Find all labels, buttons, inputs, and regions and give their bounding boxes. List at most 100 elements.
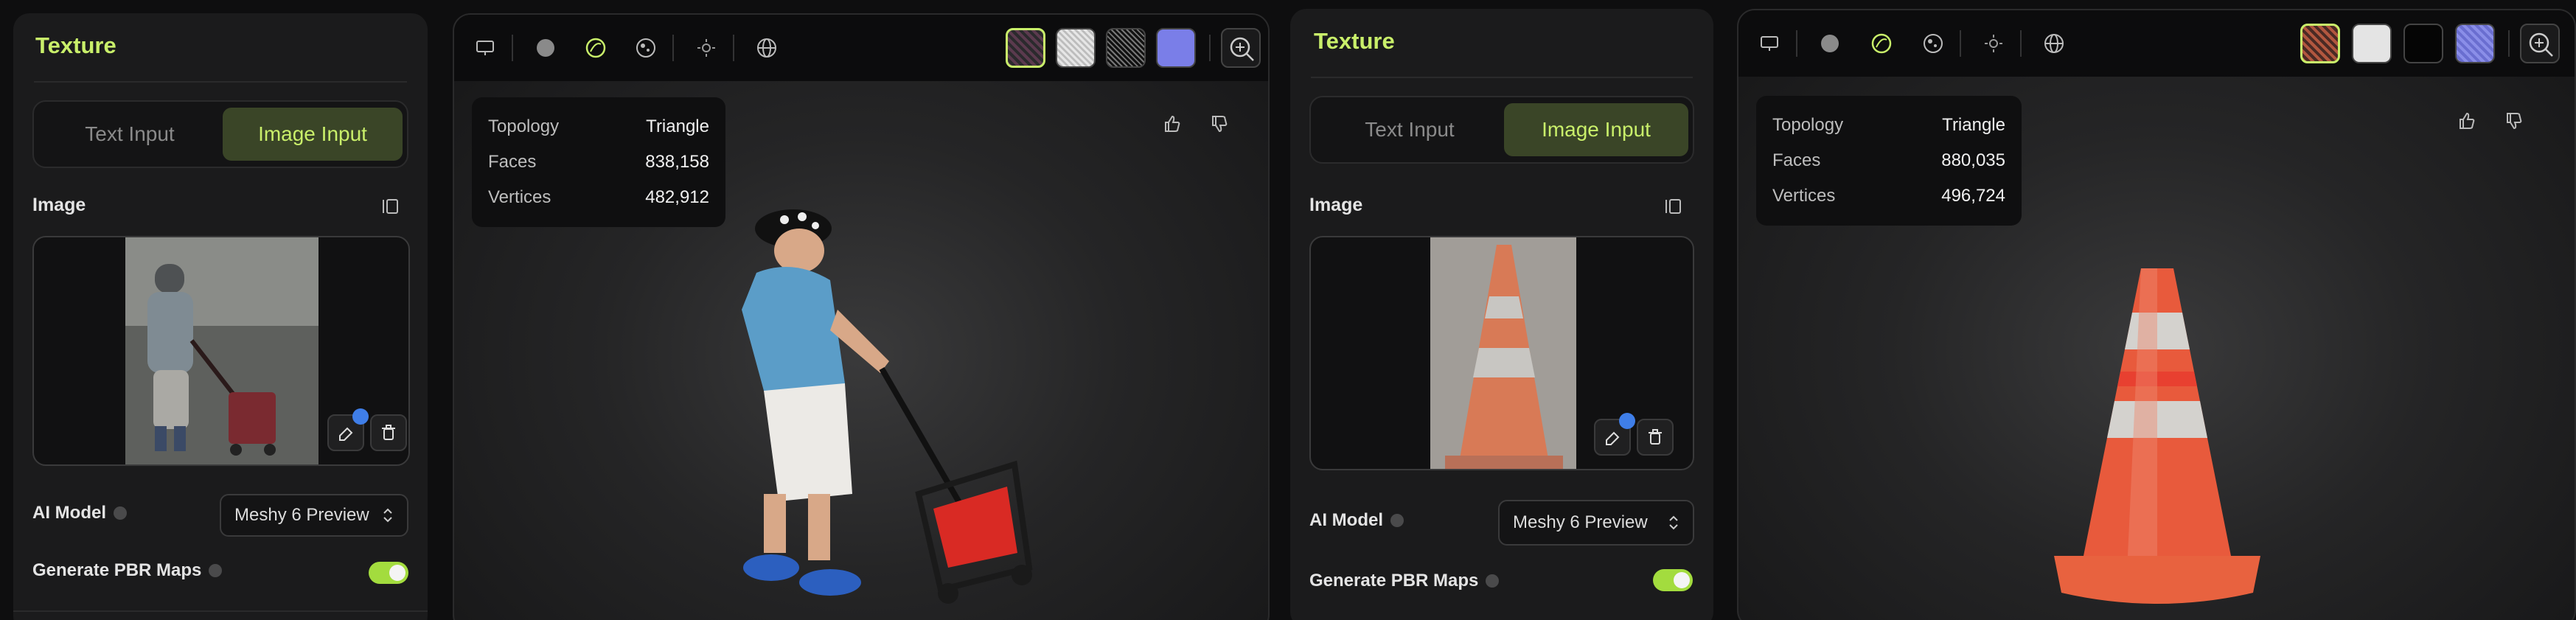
divider [733,35,734,61]
light-icon[interactable] [692,33,721,63]
image-label: Image [1309,195,1363,215]
ai-model-label-row: AI Model [32,503,127,523]
tab-text-input[interactable]: Text Input [1318,103,1501,156]
premium-badge [1619,413,1635,429]
stat-row-faces: Faces 880,035 [1772,143,2005,178]
roughness-map-thumb[interactable] [1056,28,1096,68]
divider [1209,35,1211,61]
stat-value: 880,035 [1941,150,2005,170]
tab-image-input[interactable]: Image Input [1504,103,1688,156]
3d-model-traffic-cone [2054,268,2260,604]
zoom-icon[interactable] [1221,28,1261,68]
pbr-toggle[interactable] [1653,569,1693,591]
pbr-label-row: Generate PBR Maps [1309,571,1500,591]
info-icon[interactable] [209,564,223,577]
image-upload-preview[interactable] [1309,236,1694,470]
stat-key: Vertices [488,187,551,207]
globe-icon[interactable] [752,33,781,63]
texture-sphere-icon[interactable] [631,33,661,63]
ai-model-value: Meshy 6 Preview [234,505,369,525]
tab-text-input[interactable]: Text Input [41,108,218,161]
viewer-toolbar [1738,10,2575,77]
normal-map-thumb[interactable] [2455,24,2495,63]
globe-icon[interactable] [2039,29,2069,58]
pbr-label-row: Generate PBR Maps [32,560,223,581]
erase-background-button[interactable] [1594,413,1635,456]
base-color-map-thumb[interactable] [1006,28,1045,68]
stat-row-vertices: Vertices 496,724 [1772,178,2005,214]
zoom-icon[interactable] [2520,24,2560,63]
right-model-viewer[interactable]: Topology Triangle Faces 880,035 Vertices 49… [1737,9,2576,620]
stat-row-faces: Faces 838,158 [488,144,709,180]
metallic-map-thumb[interactable] [2403,24,2443,63]
3d-model-man-with-cart [742,209,1033,604]
monitor-icon[interactable] [470,33,500,63]
ai-model-label: AI Model [32,503,106,523]
info-icon[interactable] [1390,514,1404,527]
image-label: Image [32,195,86,215]
left-model-viewer[interactable]: Topology Triangle Faces 838,158 Vertices 48… [453,13,1270,620]
normal-map-thumb[interactable] [1156,28,1196,68]
divider [1311,77,1693,78]
info-icon[interactable] [1486,574,1500,588]
crop-icon[interactable] [377,193,404,220]
stat-value: 496,724 [1941,186,2005,206]
divider [2020,30,2022,57]
viewer-toolbar [454,15,1268,81]
wireframe-sphere-icon[interactable] [1867,29,1896,58]
stat-value: Triangle [646,116,709,136]
delete-image-button[interactable] [1637,419,1674,456]
trash-icon [1649,429,1662,445]
panel-title: Texture [35,32,116,58]
thumbs-down-icon[interactable] [2499,106,2529,136]
right-texture-panel: Texture Text Input Image Input Image AI … [1290,9,1713,620]
pbr-toggle[interactable] [369,562,408,584]
stat-row-topology: Topology Triangle [1772,108,2005,143]
stat-value: 838,158 [645,152,709,172]
thumbs-down-icon[interactable] [1205,109,1234,139]
eraser-icon [339,427,353,441]
ai-model-select[interactable]: Meshy 6 Preview [1498,500,1694,546]
premium-badge [352,408,369,425]
input-mode-switch: Text Input Image Input [1309,96,1694,164]
stat-row-topology: Topology Triangle [488,109,709,144]
uploaded-photo-man-with-cart [125,237,318,464]
divider [512,35,513,61]
left-texture-panel: Texture Text Input Image Input Image AI … [13,13,428,620]
chevron-updown-icon [1669,515,1678,530]
divider [34,81,407,83]
image-upload-preview[interactable] [32,236,410,466]
panel-title: Texture [1314,28,1395,54]
divider [1960,30,1961,57]
monitor-icon[interactable] [1755,29,1784,58]
chevron-updown-icon [383,508,392,523]
stat-key: Faces [1772,150,1821,170]
solid-sphere-icon[interactable] [1815,29,1845,58]
base-color-map-thumb[interactable] [2300,24,2340,63]
ai-model-label-row: AI Model [1309,510,1404,531]
roughness-map-thumb[interactable] [2352,24,2392,63]
tab-image-input[interactable]: Image Input [223,108,403,161]
stat-row-vertices: Vertices 482,912 [488,180,709,215]
wireframe-sphere-icon[interactable] [581,33,610,63]
stat-key: Faces [488,152,537,172]
divider [2508,30,2510,57]
thumbs-up-icon[interactable] [1158,109,1187,139]
solid-sphere-icon[interactable] [531,33,560,63]
mesh-stats-card: Topology Triangle Faces 880,035 Vertices 49… [1756,96,2022,226]
erase-background-button[interactable] [327,408,369,451]
divider [1796,30,1797,57]
trash-icon [382,425,395,440]
delete-image-button[interactable] [370,414,407,451]
crop-icon[interactable] [1660,193,1687,220]
thumbs-up-icon[interactable] [2452,106,2482,136]
light-icon[interactable] [1979,29,2008,58]
ai-model-select[interactable]: Meshy 6 Preview [220,494,408,537]
texture-sphere-icon[interactable] [1918,29,1948,58]
divider [13,610,428,612]
info-icon[interactable] [114,506,127,520]
mesh-stats-card: Topology Triangle Faces 838,158 Vertices 48… [472,97,725,227]
metallic-map-thumb[interactable] [1106,28,1146,68]
eraser-icon [1606,431,1620,445]
stat-key: Vertices [1772,186,1836,206]
